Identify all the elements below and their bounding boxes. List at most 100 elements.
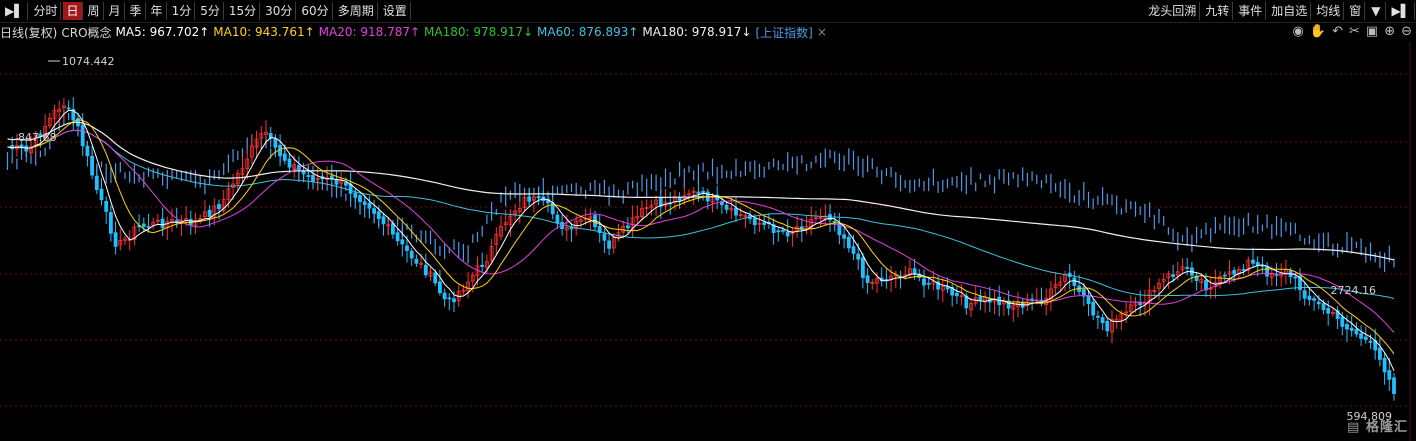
candle-body: [94, 175, 99, 190]
candle-body: [109, 212, 113, 234]
candle-body: [1222, 274, 1227, 277]
period-label: 日线(复权): [0, 25, 58, 40]
candle-body: [785, 231, 790, 237]
candle-body: [372, 208, 377, 214]
period-tab-1[interactable]: 日: [63, 2, 83, 20]
eye-icon[interactable]: ◉: [1293, 24, 1304, 39]
candle-body: [602, 233, 607, 241]
dropdown-icon[interactable]: ▼: [1367, 2, 1386, 20]
left-price-label: 847.68: [18, 131, 57, 144]
scissors-icon[interactable]: ✂: [1349, 24, 1360, 39]
candle-body: [1326, 308, 1331, 314]
candle-body: [1378, 347, 1382, 360]
period-tab-4[interactable]: 季: [127, 2, 146, 20]
index-link[interactable]: [上证指数]: [755, 24, 812, 41]
period-tab-5[interactable]: 年: [148, 2, 167, 20]
candle-body: [978, 296, 983, 301]
candle-body: [955, 292, 959, 297]
candle-body: [701, 191, 705, 193]
period-tab-12[interactable]: 设置: [380, 2, 411, 20]
toolbar-right-button-4[interactable]: 均线: [1313, 2, 1345, 20]
candle-body: [141, 223, 146, 227]
candle-body: [90, 155, 94, 176]
camera-icon[interactable]: ▣: [1366, 24, 1378, 39]
candle-body: [400, 239, 405, 245]
candle-body: [1232, 270, 1237, 275]
index-name: CRO概念: [61, 25, 112, 40]
candle-body: [405, 245, 409, 251]
ma5-line: [7, 109, 1395, 372]
period-tab-0[interactable]: 分时: [30, 2, 62, 20]
candle-body: [842, 234, 846, 239]
candle-body: [437, 281, 442, 294]
candle-body: [1096, 315, 1100, 318]
period-tab-6[interactable]: 1分: [169, 2, 196, 20]
candle-body: [781, 229, 785, 232]
zoom-in-icon[interactable]: ⊕: [1384, 24, 1395, 39]
period-tab-10[interactable]: 60分: [298, 2, 333, 20]
candle-body: [1100, 317, 1105, 324]
candle-body: [329, 175, 334, 179]
candle-body: [282, 153, 287, 161]
toolbar-right-button-2[interactable]: 事件: [1235, 2, 1267, 20]
toolbar-right: 龙头回溯 九转 事件 加自选 均线窗 ▼ ▶▌: [1144, 0, 1416, 22]
candle-body: [278, 144, 283, 157]
candle-body: [846, 236, 851, 249]
undo-icon[interactable]: ↶: [1332, 24, 1343, 39]
candle-body: [1349, 327, 1354, 331]
candle-body: [287, 158, 292, 168]
candle-body: [85, 145, 90, 157]
ma180-line: [7, 121, 1395, 261]
candle-body: [1091, 301, 1096, 316]
candle-body: [1293, 276, 1298, 279]
candle-body: [452, 298, 456, 303]
expand-panel-icon[interactable]: ▶▌: [1388, 2, 1415, 20]
toolbar-left: ▶▌ 分时日周月季年 1分 5分 15分 30分 60分 多周期 设置: [0, 0, 412, 22]
candle-body: [861, 257, 865, 278]
candle-body: [1312, 298, 1316, 301]
candle-body: [1359, 333, 1363, 339]
candle-body: [1086, 295, 1091, 305]
candle-body: [66, 107, 71, 110]
candle-body: [409, 250, 414, 259]
candle-body: [851, 246, 856, 254]
candle-body: [217, 204, 221, 210]
period-tab-11[interactable]: 多周期: [335, 2, 378, 20]
period-tab-9[interactable]: 30分: [262, 2, 297, 20]
candle-body: [734, 207, 738, 216]
candle-body: [80, 124, 85, 147]
candle-body: [301, 170, 306, 175]
candle-body: [395, 232, 400, 242]
toolbar-right-button-1[interactable]: 九转: [1202, 2, 1234, 20]
watermark-logo: ▤ 格隆汇: [1347, 420, 1408, 435]
close-overlay-icon[interactable]: ×: [817, 25, 827, 39]
kline-chart[interactable]: 1074.442847.682724.16594.809: [0, 42, 1416, 441]
period-tab-2[interactable]: 周: [85, 2, 104, 20]
candle-body: [306, 175, 311, 177]
sidebar-toggle-icon[interactable]: ▶▌: [1, 2, 29, 20]
candle-body: [1316, 301, 1321, 305]
candle-body: [273, 138, 278, 148]
candle-body: [268, 133, 273, 139]
candle-body: [146, 226, 151, 228]
hand-icon[interactable]: ✋: [1310, 24, 1326, 39]
candle-body: [343, 182, 348, 186]
candle-body: [358, 195, 362, 203]
candle-body: [442, 292, 447, 300]
zoom-out-icon[interactable]: ⊖: [1401, 24, 1412, 39]
period-tab-3[interactable]: 月: [106, 2, 125, 20]
ma5-value: MA5: 967.702↑: [115, 25, 210, 39]
candle-body: [1072, 277, 1077, 286]
toolbar-right-button-5[interactable]: 窗: [1346, 2, 1366, 20]
period-tab-7[interactable]: 5分: [197, 2, 224, 20]
candle-body: [555, 214, 560, 224]
ma10-value: MA10: 943.761↑: [213, 25, 315, 39]
candle-body: [376, 211, 381, 219]
candle-body: [414, 258, 419, 264]
toolbar-right-button-3[interactable]: 加自选: [1268, 2, 1312, 20]
ma180-value-2: MA180: 978.917↓: [642, 25, 752, 39]
candle-body: [724, 204, 729, 210]
toolbar-right-button-0[interactable]: 龙头回溯: [1145, 2, 1201, 20]
period-tab-8[interactable]: 15分: [226, 2, 261, 20]
candle-body: [353, 192, 358, 198]
